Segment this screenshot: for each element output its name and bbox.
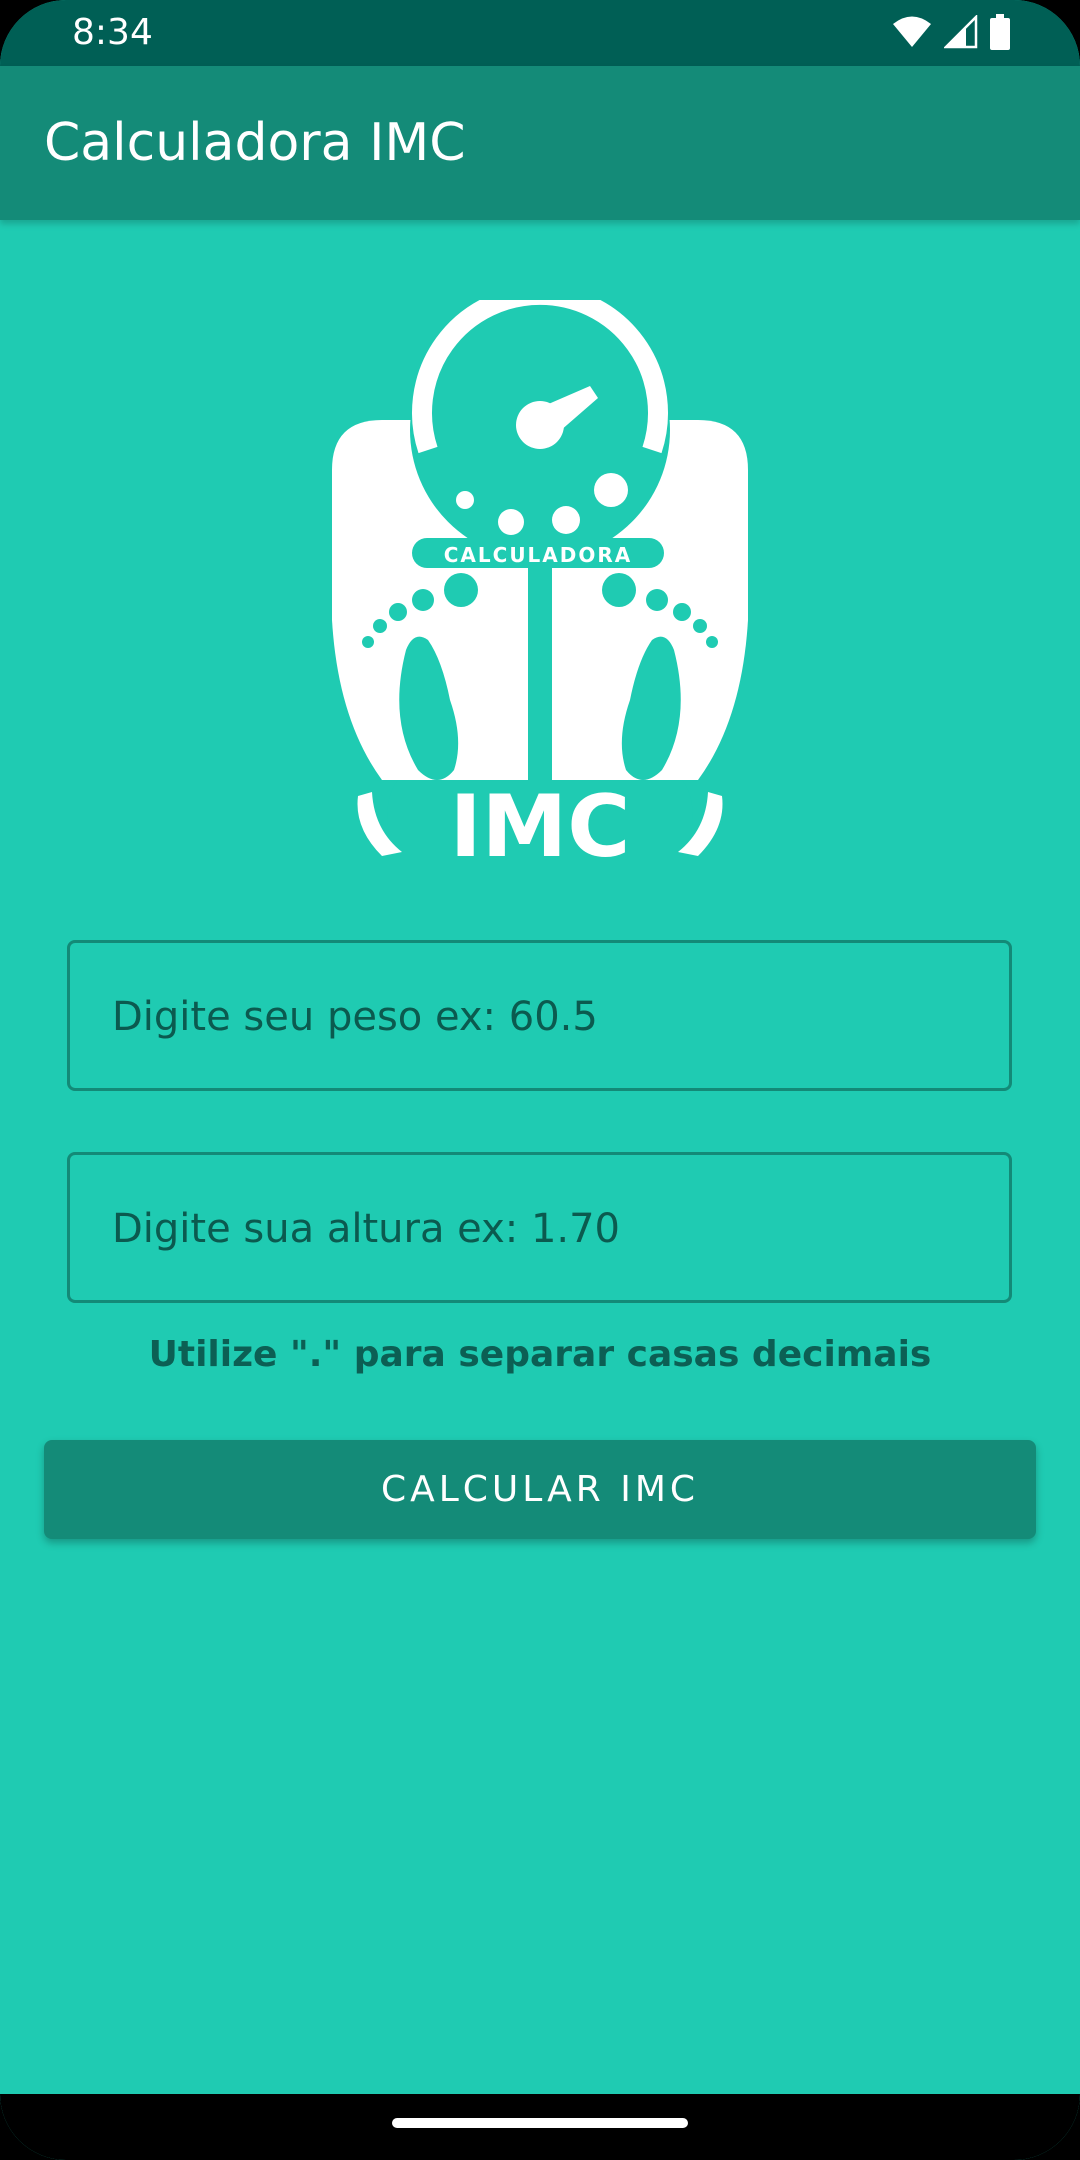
app-title: Calculadora IMC [44,113,466,173]
weight-input[interactable]: Digite seu peso ex: 60.5 [67,940,1012,1091]
calculate-button[interactable]: CALCULAR IMC [44,1440,1036,1539]
home-handle[interactable] [392,2118,688,2128]
decimal-hint: Utilize "." para separar casas decimais [148,1334,932,1375]
height-placeholder: Digite sua altura ex: 1.70 [112,1206,621,1252]
scale-icon: CALCULADORA IMC [332,284,748,877]
logo-top-text: CALCULADORA [444,543,633,567]
logo-bottom-text: IMC [450,777,631,860]
weight-placeholder: Digite seu peso ex: 60.5 [112,994,598,1040]
status-bar: 8:34 [0,0,1080,66]
status-time: 8:34 [72,12,153,53]
wifi-icon [892,15,932,53]
calculate-button-label: CALCULAR IMC [380,1469,700,1510]
app-screen: 8:34 Calculadora IMC CALCULADORA IMC Dig… [0,0,1080,2160]
imc-logo: CALCULADORA IMC [318,284,762,877]
status-icons [892,13,1010,54]
navigation-bar [0,2094,1080,2160]
app-bar: Calculadora IMC [0,66,1080,220]
cell-signal-icon [942,13,978,53]
height-input[interactable]: Digite sua altura ex: 1.70 [67,1152,1012,1303]
battery-icon [990,14,1010,54]
